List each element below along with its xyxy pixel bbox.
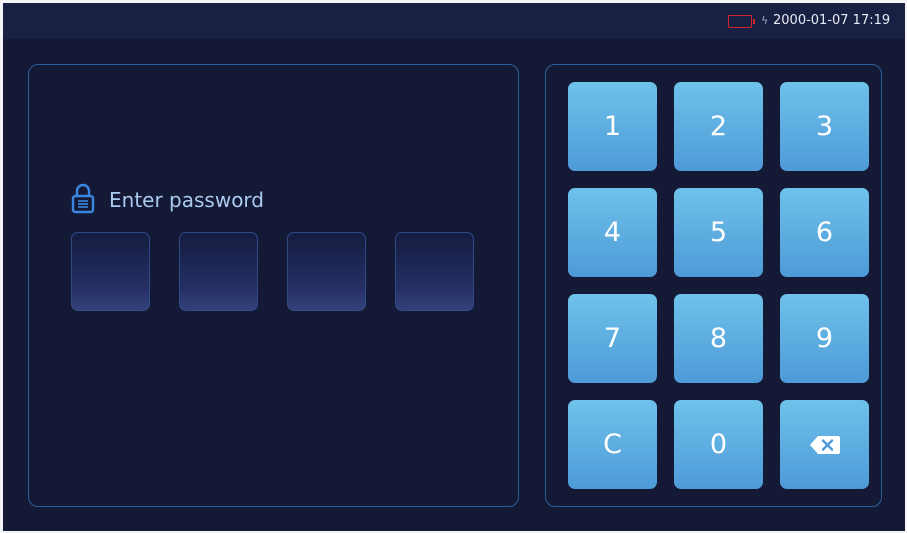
- key-7[interactable]: 7: [568, 294, 657, 383]
- charging-icon: ϟ: [761, 14, 769, 27]
- status-datetime: 2000-01-07 17:19: [773, 13, 891, 28]
- backspace-icon: [809, 435, 840, 454]
- password-digit-1[interactable]: [71, 232, 150, 311]
- key-5[interactable]: 5: [674, 188, 763, 277]
- lock-icon: [71, 182, 95, 214]
- status-bar: ϟ 2000-01-07 17:19: [3, 3, 905, 39]
- password-panel: Enter password: [28, 64, 519, 507]
- lock-screen: ϟ 2000-01-07 17:19 Enter password 1 2 3 …: [3, 3, 905, 531]
- key-backspace[interactable]: [780, 400, 869, 489]
- key-6[interactable]: 6: [780, 188, 869, 277]
- key-3[interactable]: 3: [780, 82, 869, 171]
- key-4[interactable]: 4: [568, 188, 657, 277]
- key-clear[interactable]: C: [568, 400, 657, 489]
- battery-icon: [728, 15, 755, 28]
- key-8[interactable]: 8: [674, 294, 763, 383]
- key-9[interactable]: 9: [780, 294, 869, 383]
- key-0[interactable]: 0: [674, 400, 763, 489]
- password-digit-4[interactable]: [395, 232, 474, 311]
- password-prompt: Enter password: [109, 188, 264, 212]
- password-digit-3[interactable]: [287, 232, 366, 311]
- key-1[interactable]: 1: [568, 82, 657, 171]
- password-digit-2[interactable]: [179, 232, 258, 311]
- key-2[interactable]: 2: [674, 82, 763, 171]
- keypad-panel: 1 2 3 4 5 6 7 8 9 C 0: [545, 64, 882, 507]
